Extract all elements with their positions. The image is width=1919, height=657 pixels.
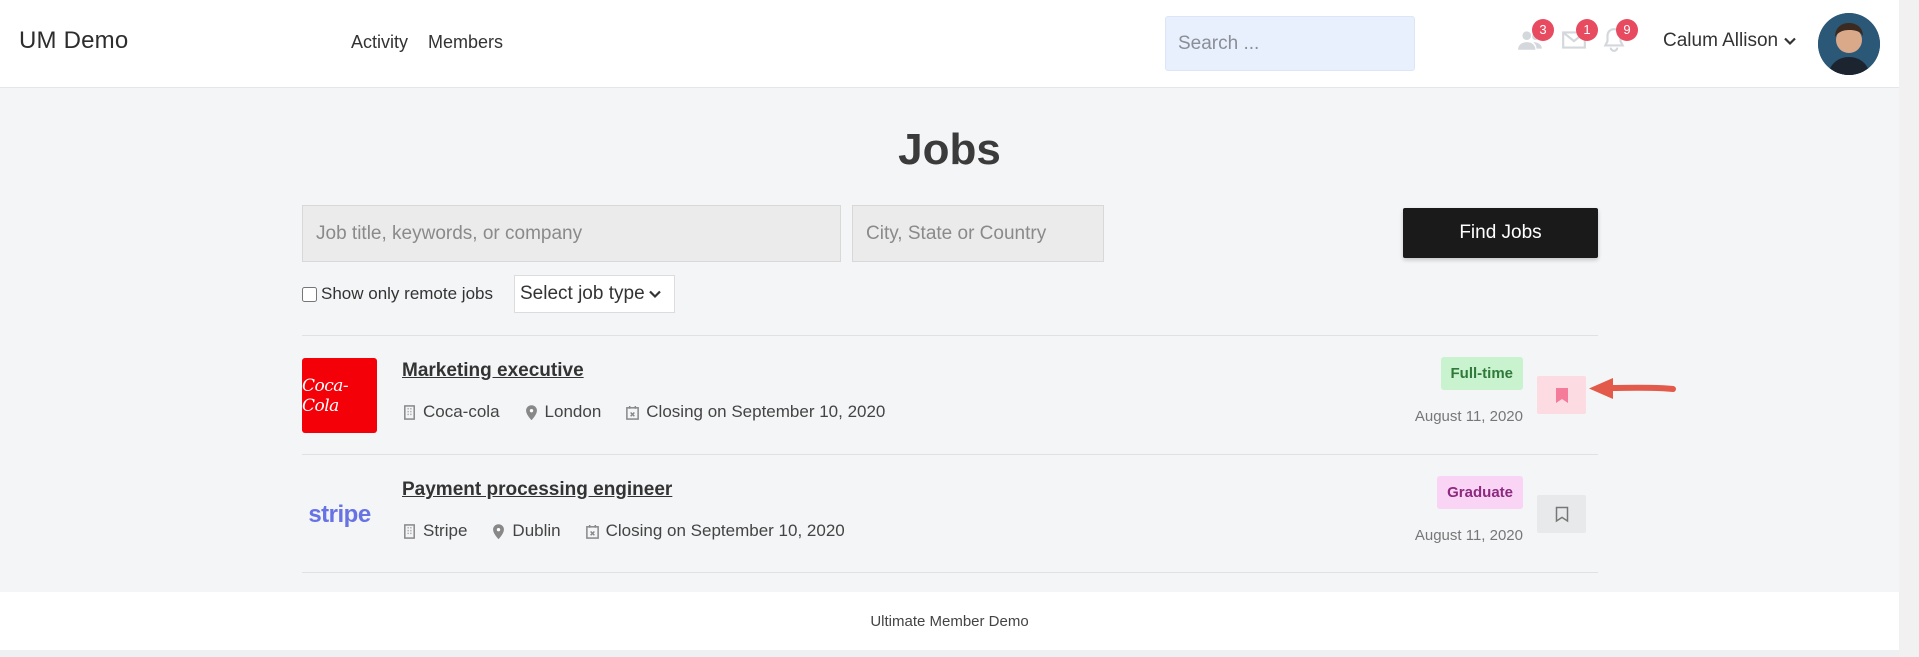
notifications-icon[interactable]: 9: [1601, 19, 1638, 57]
top-header: UM Demo Activity Members 3 1 9 Calum All…: [0, 0, 1899, 88]
bookmark-outline-icon: [1555, 506, 1568, 522]
company-logo[interactable]: stripe: [302, 477, 377, 552]
remote-label: Show only remote jobs: [321, 284, 493, 303]
page-title: Jobs: [898, 125, 1001, 174]
building-icon: [404, 404, 415, 420]
job-title-link[interactable]: Marketing executive: [402, 360, 584, 382]
job-item: Coca-Cola Marketing executive Coca-cola …: [302, 335, 1598, 454]
job-meta: Stripe Dublin Closing on September 10, 2…: [402, 521, 869, 541]
location-pin-icon: [493, 523, 505, 539]
job-location: Dublin: [512, 521, 561, 540]
find-jobs-button[interactable]: Find Jobs: [1403, 208, 1598, 258]
building-icon: [404, 523, 415, 539]
footer-text: Ultimate Member Demo: [870, 613, 1029, 630]
messages-badge: 1: [1576, 19, 1598, 41]
header-search-input[interactable]: [1165, 16, 1415, 71]
location-pin-icon: [525, 404, 537, 420]
bookmark-icon: [1555, 387, 1568, 403]
site-brand[interactable]: UM Demo: [19, 27, 128, 55]
calendar-x-icon: [585, 524, 599, 539]
messages-icon[interactable]: 1: [1561, 19, 1598, 57]
notifications-badge: 9: [1616, 19, 1638, 41]
job-company: Coca-cola: [423, 402, 500, 421]
user-menu[interactable]: Calum Allison: [1663, 30, 1796, 52]
location-input[interactable]: [852, 205, 1104, 262]
job-closing: Closing on September 10, 2020: [646, 402, 886, 421]
annotation-arrow: [1589, 378, 1676, 399]
job-posted-date: August 11, 2020: [1414, 408, 1523, 425]
keyword-input[interactable]: [302, 205, 841, 262]
nav-activity[interactable]: Activity: [351, 32, 408, 53]
main-nav: Activity Members: [351, 32, 503, 53]
job-type-select[interactable]: Select job type: [514, 275, 675, 313]
site-footer: Ultimate Member Demo: [0, 592, 1899, 650]
remote-filter[interactable]: Show only remote jobs: [302, 284, 493, 304]
remote-checkbox[interactable]: [302, 286, 317, 302]
company-logo[interactable]: Coca-Cola: [302, 358, 377, 433]
nav-members[interactable]: Members: [428, 32, 503, 53]
job-list: Coca-Cola Marketing executive Coca-cola …: [302, 335, 1598, 573]
job-meta: Coca-cola London Closing on September 10…: [402, 402, 909, 422]
bookmark-button[interactable]: [1537, 495, 1586, 533]
job-closing: Closing on September 10, 2020: [605, 521, 845, 540]
scrollbar-track[interactable]: [1899, 0, 1919, 657]
user-name: Calum Allison: [1663, 30, 1779, 51]
job-item: stripe Payment processing engineer Strip…: [302, 454, 1598, 573]
job-type-value: Select job type: [520, 283, 645, 304]
jobs-page: Jobs Find Jobs Show only remote jobs Sel…: [0, 88, 1899, 592]
chevron-down-icon: [1784, 37, 1796, 46]
job-location: London: [544, 402, 602, 421]
friends-badge: 3: [1532, 19, 1554, 41]
friends-icon[interactable]: 3: [1517, 19, 1554, 57]
job-type-badge: Graduate: [1437, 476, 1523, 509]
chevron-down-icon: [648, 290, 661, 299]
job-type-badge: Full-time: [1440, 357, 1523, 390]
bookmark-button[interactable]: [1537, 376, 1586, 414]
job-company: Stripe: [423, 521, 468, 540]
avatar[interactable]: [1818, 13, 1880, 75]
job-title-link[interactable]: Payment processing engineer: [402, 479, 672, 501]
calendar-x-icon: [626, 405, 640, 420]
job-posted-date: August 11, 2020: [1414, 527, 1523, 544]
